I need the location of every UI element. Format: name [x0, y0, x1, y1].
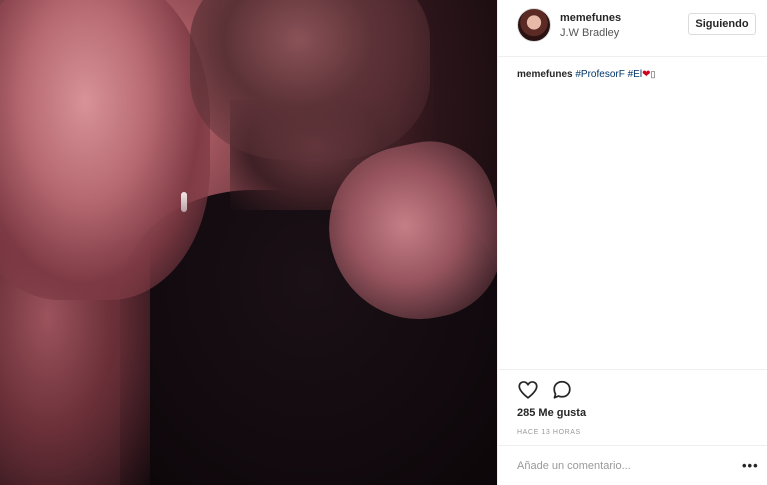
photo-face-right-region: [190, 0, 430, 160]
photo-earring: [181, 192, 187, 212]
following-button[interactable]: Siguiendo: [688, 13, 756, 35]
header-location[interactable]: J.W Bradley: [560, 27, 619, 39]
comment-section: •••: [498, 445, 767, 485]
comment-bubble-icon[interactable]: [551, 379, 573, 401]
post-side-panel: memefunes J.W Bradley Siguiendo memefune…: [497, 0, 767, 485]
hashtag-link[interactable]: #ProfesorF: [575, 69, 624, 80]
post-timestamp: HACE 13 HORAS: [517, 429, 581, 436]
hashtag-link[interactable]: #El: [628, 69, 642, 80]
post-header: memefunes J.W Bradley Siguiendo: [498, 0, 767, 57]
caption-username[interactable]: memefunes: [517, 69, 573, 80]
heart-outline-icon[interactable]: [517, 379, 539, 401]
header-username[interactable]: memefunes: [560, 12, 621, 24]
phone-emoji: ▯: [650, 69, 656, 79]
instagram-post: memefunes J.W Bradley Siguiendo memefune…: [0, 0, 767, 485]
post-caption: memefunes #ProfesorF #El❤▯: [517, 69, 655, 80]
photo-face-left-region: [0, 0, 210, 300]
like-count[interactable]: 285 Me gusta: [517, 407, 586, 419]
post-actions: 285 Me gusta HACE 13 HORAS: [498, 369, 767, 445]
more-options-icon[interactable]: •••: [742, 458, 759, 473]
post-photo[interactable]: [0, 0, 497, 485]
avatar[interactable]: [517, 8, 551, 42]
comment-input[interactable]: [517, 458, 717, 474]
